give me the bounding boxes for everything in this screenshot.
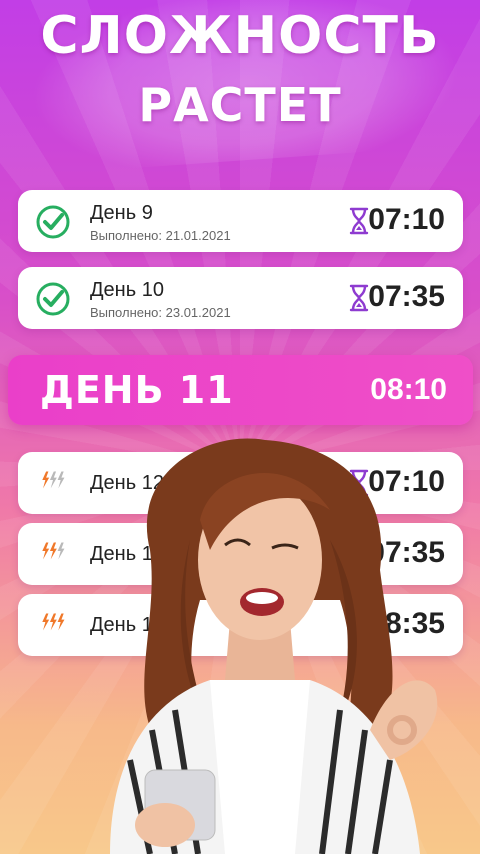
- day-card-completed[interactable]: День 10 Выполнено: 23.01.2021 07:35: [18, 267, 463, 329]
- check-circle-icon: [36, 205, 70, 239]
- day-card-completed[interactable]: День 9 Выполнено: 21.01.2021 07:10: [18, 190, 463, 252]
- hourglass-icon: [349, 207, 369, 235]
- intensity-bolts-icon: [42, 471, 65, 489]
- intensity-bolts-icon: [42, 613, 65, 631]
- headline-line-2: РАСТЕТ: [138, 78, 342, 132]
- current-day-time: 08:10: [370, 373, 447, 406]
- day-completed-date: Выполнено: 23.01.2021: [90, 305, 231, 320]
- day-title: День 10: [90, 279, 164, 301]
- headline-line-1: СЛОЖНОСТЬ: [40, 6, 440, 66]
- woman-photo: [110, 438, 438, 854]
- current-day-title: ДЕНЬ 11: [40, 368, 234, 412]
- hourglass-icon: [349, 284, 369, 312]
- current-day-card[interactable]: ДЕНЬ 11 08:10: [8, 355, 473, 425]
- intensity-bolts-icon: [42, 542, 65, 560]
- day-time: 07:35: [368, 280, 445, 313]
- check-circle-icon: [36, 282, 70, 316]
- day-completed-date: Выполнено: 21.01.2021: [90, 228, 231, 243]
- day-time: 07:10: [368, 203, 445, 236]
- day-title: День 9: [90, 202, 153, 224]
